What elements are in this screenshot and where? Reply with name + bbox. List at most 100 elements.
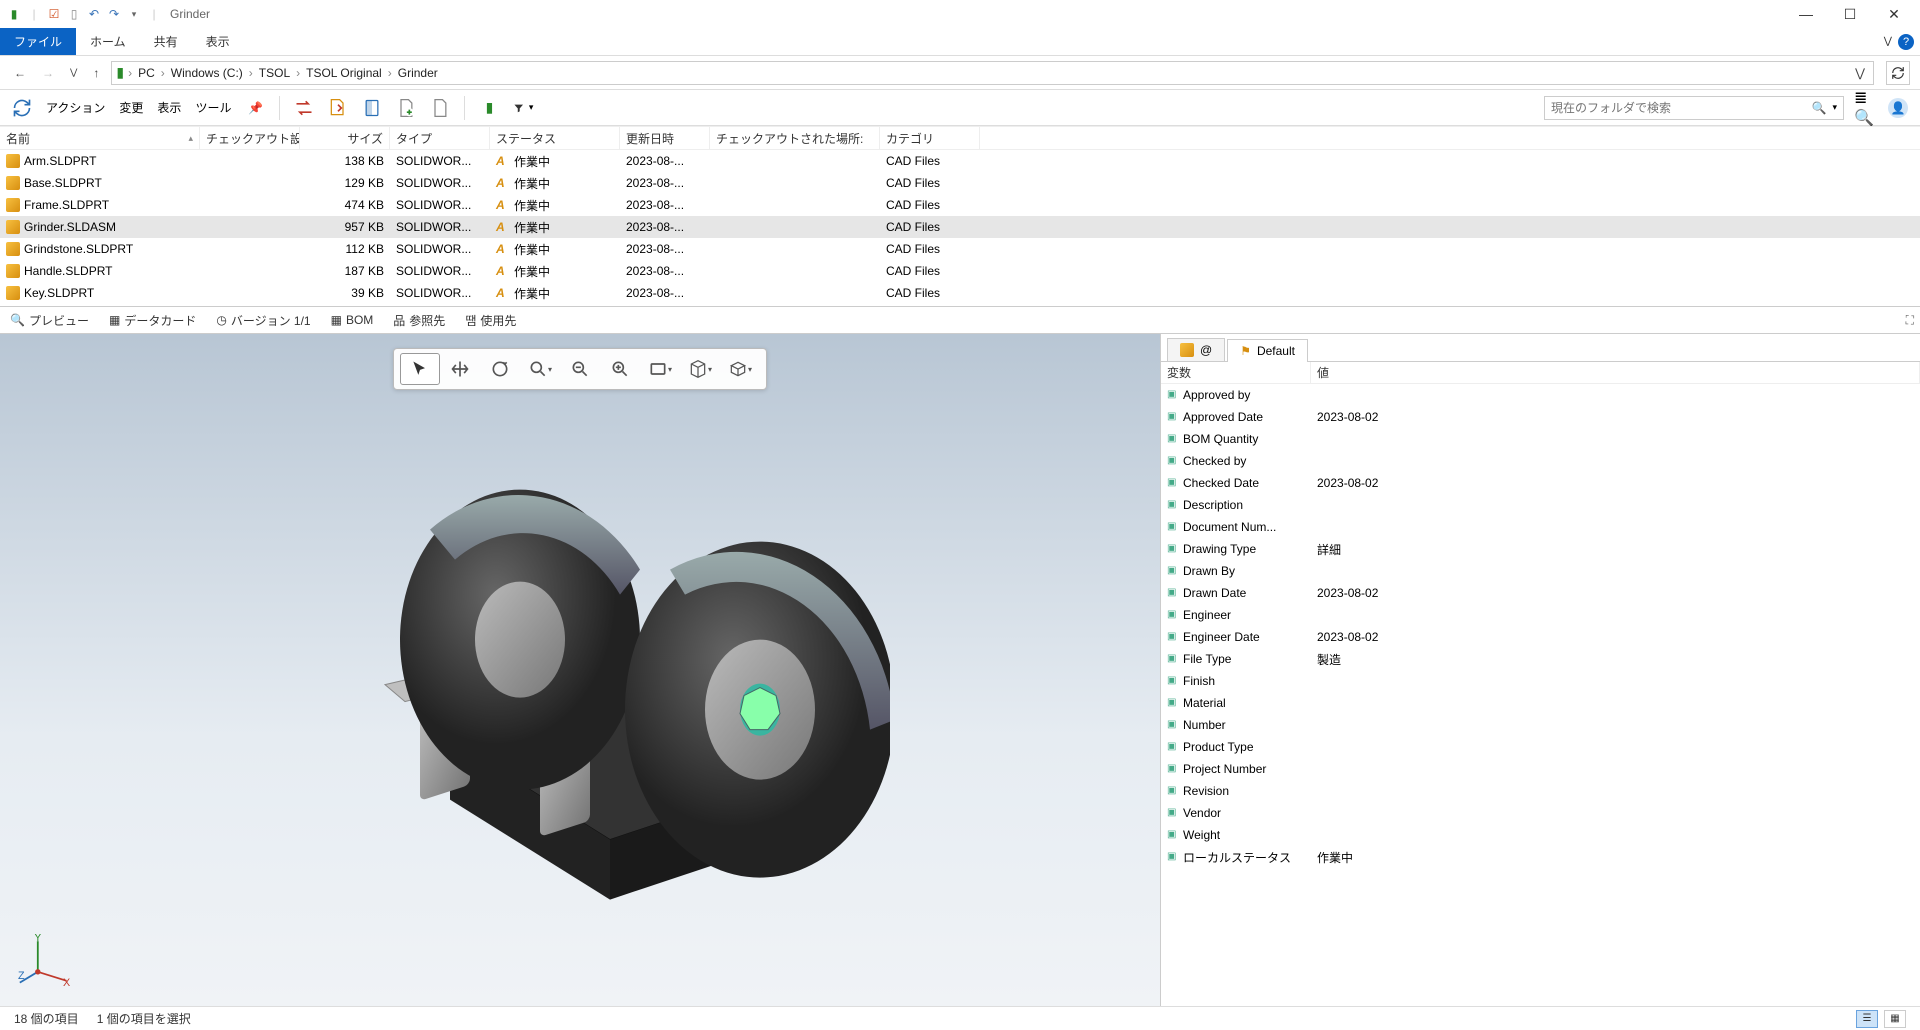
- data-card-row[interactable]: ▣Engineer: [1161, 604, 1920, 626]
- breadcrumb-item[interactable]: TSOL Original: [304, 66, 384, 80]
- data-card-row[interactable]: ▣Number: [1161, 714, 1920, 736]
- data-card-list[interactable]: ▣Approved by▣Approved Date2023-08-02▣BOM…: [1161, 384, 1920, 1006]
- get-latest-icon[interactable]: [290, 96, 318, 120]
- breadcrumb-item[interactable]: Windows (C:): [169, 66, 245, 80]
- data-card-row[interactable]: ▣Approved by: [1161, 384, 1920, 406]
- header-value[interactable]: 値: [1311, 362, 1920, 383]
- data-card-row[interactable]: ▣Document Num...: [1161, 516, 1920, 538]
- newdoc-icon[interactable]: [392, 96, 420, 120]
- pin-icon[interactable]: 📌: [241, 99, 269, 117]
- search-options-icon[interactable]: ≣🔍: [1850, 86, 1878, 130]
- data-card-row[interactable]: ▣Engineer Date2023-08-02: [1161, 626, 1920, 648]
- data-card-row[interactable]: ▣Checked by: [1161, 450, 1920, 472]
- display-style-icon[interactable]: ▾: [640, 353, 680, 385]
- file-row[interactable]: Arm.SLDPRT138 KBSOLIDWOR...A作業中2023-08-.…: [0, 150, 1920, 172]
- data-card-row[interactable]: ▣Vendor: [1161, 802, 1920, 824]
- file-list[interactable]: Arm.SLDPRT138 KBSOLIDWOR...A作業中2023-08-.…: [0, 150, 1920, 306]
- undo-icon[interactable]: ↶: [86, 6, 102, 22]
- close-button[interactable]: ✕: [1882, 6, 1906, 23]
- filter-dropdown-icon[interactable]: ▾: [509, 97, 537, 119]
- tab-preview[interactable]: 🔍プレビュー: [6, 312, 93, 329]
- data-card-row[interactable]: ▣Material: [1161, 692, 1920, 714]
- data-card-row[interactable]: ▣Weight: [1161, 824, 1920, 846]
- redo-icon[interactable]: ↷: [106, 6, 122, 22]
- chevron-icon[interactable]: ›: [296, 66, 300, 80]
- chevron-icon[interactable]: ›: [161, 66, 165, 80]
- file-row[interactable]: Handle.SLDPRT187 KBSOLIDWOR...A作業中2023-0…: [0, 260, 1920, 282]
- qat-check-icon[interactable]: ☑: [46, 6, 62, 22]
- data-card-row[interactable]: ▣Drawn Date2023-08-02: [1161, 582, 1920, 604]
- breadcrumb-item[interactable]: PC: [136, 66, 157, 80]
- breadcrumb-dropdown-icon[interactable]: ⋁: [1855, 66, 1869, 80]
- blank-doc-icon[interactable]: [426, 96, 454, 120]
- rotate-tool-icon[interactable]: [480, 353, 520, 385]
- chevron-icon[interactable]: ›: [249, 66, 253, 80]
- header-variable[interactable]: 変数: [1161, 362, 1311, 383]
- file-row[interactable]: Base.SLDPRT129 KBSOLIDWOR...A作業中2023-08-…: [0, 172, 1920, 194]
- file-row[interactable]: Key.SLDPRT39 KBSOLIDWOR...A作業中2023-08-..…: [0, 282, 1920, 304]
- data-card-row[interactable]: ▣Drawn By: [1161, 560, 1920, 582]
- search-icon[interactable]: 🔍: [1812, 101, 1827, 115]
- tab-version[interactable]: ◷バージョン 1/1: [212, 312, 314, 329]
- tab-share[interactable]: 共有: [140, 28, 192, 55]
- nav-recent-dropdown[interactable]: ⋁: [66, 67, 81, 78]
- checkin-icon[interactable]: [358, 96, 386, 120]
- data-card-row[interactable]: ▣ローカルステータス作業中: [1161, 846, 1920, 868]
- search-input[interactable]: [1551, 101, 1806, 115]
- pan-tool-icon[interactable]: [440, 353, 480, 385]
- chevron-icon[interactable]: ›: [388, 66, 392, 80]
- header-checkloc[interactable]: チェックアウトされた場所:: [710, 127, 880, 149]
- maximize-button[interactable]: ☐: [1838, 6, 1862, 23]
- display-menu[interactable]: 表示: [153, 97, 185, 118]
- tab-view[interactable]: 表示: [192, 28, 244, 55]
- open-folder-icon[interactable]: ▮: [475, 97, 503, 118]
- preview-viewport[interactable]: ▾ ▾ ▾ ▾: [0, 334, 1160, 1006]
- data-card-row[interactable]: ▣Approved Date2023-08-02: [1161, 406, 1920, 428]
- breadcrumb-item[interactable]: TSOL: [257, 66, 292, 80]
- header-name[interactable]: 名前▴: [0, 127, 200, 149]
- checkout-icon[interactable]: [324, 96, 352, 120]
- header-status[interactable]: ステータス: [490, 127, 620, 149]
- tab-usedby[interactable]: 땜使用先: [461, 312, 520, 329]
- nav-back-button[interactable]: ←: [10, 66, 30, 80]
- header-type[interactable]: タイプ: [390, 127, 490, 149]
- data-card-row[interactable]: ▣File Type製造: [1161, 648, 1920, 670]
- breadcrumb[interactable]: ▮ › PC › Windows (C:) › TSOL › TSOL Orig…: [111, 61, 1874, 85]
- zoom-tool-icon[interactable]: ▾: [520, 353, 560, 385]
- data-tab-default[interactable]: ⚑Default: [1227, 339, 1308, 362]
- file-row[interactable]: Grinder.SLDASM957 KBSOLIDWOR...A作業中2023-…: [0, 216, 1920, 238]
- nav-up-button[interactable]: ↑: [89, 66, 103, 80]
- tab-datacard[interactable]: ▦データカード: [105, 312, 200, 329]
- data-card-row[interactable]: ▣Product Type: [1161, 736, 1920, 758]
- view-orientation-icon[interactable]: ▾: [720, 353, 760, 385]
- help-icon[interactable]: ?: [1898, 34, 1914, 50]
- tab-references[interactable]: 品参照先: [389, 312, 449, 329]
- qat-paste-icon[interactable]: ▯: [66, 6, 82, 22]
- view-details-button[interactable]: ☰: [1856, 1010, 1878, 1028]
- nav-refresh-button[interactable]: [1886, 61, 1910, 85]
- data-card-row[interactable]: ▣Drawing Type詳細: [1161, 538, 1920, 560]
- view-icons-button[interactable]: ▦: [1884, 1010, 1906, 1028]
- breadcrumb-item[interactable]: Grinder: [396, 66, 440, 80]
- tool-menu[interactable]: ツール: [191, 97, 235, 118]
- section-view-icon[interactable]: ▾: [680, 353, 720, 385]
- tab-bom[interactable]: ▦BOM: [327, 313, 378, 327]
- data-tab-at[interactable]: @: [1167, 338, 1225, 361]
- chevron-icon[interactable]: ›: [128, 66, 132, 80]
- action-menu[interactable]: アクション: [42, 97, 109, 118]
- data-card-row[interactable]: ▣BOM Quantity: [1161, 428, 1920, 450]
- user-icon[interactable]: 👤: [1884, 96, 1912, 120]
- file-row[interactable]: Frame.SLDPRT474 KBSOLIDWOR...A作業中2023-08…: [0, 194, 1920, 216]
- header-date[interactable]: 更新日時: [620, 127, 710, 149]
- file-row[interactable]: Grindstone.SLDPRT112 KBSOLIDWOR...A作業中20…: [0, 238, 1920, 260]
- data-card-row[interactable]: ▣Project Number: [1161, 758, 1920, 780]
- qat-dropdown-icon[interactable]: ▾: [126, 6, 142, 22]
- header-category[interactable]: カテゴリ: [880, 127, 980, 149]
- header-size[interactable]: サイズ: [300, 127, 390, 149]
- tab-file[interactable]: ファイル: [0, 28, 76, 55]
- data-card-row[interactable]: ▣Revision: [1161, 780, 1920, 802]
- change-menu[interactable]: 変更: [115, 97, 147, 118]
- minimize-button[interactable]: —: [1794, 6, 1818, 23]
- select-tool-icon[interactable]: [400, 353, 440, 385]
- nav-forward-button[interactable]: →: [38, 66, 58, 80]
